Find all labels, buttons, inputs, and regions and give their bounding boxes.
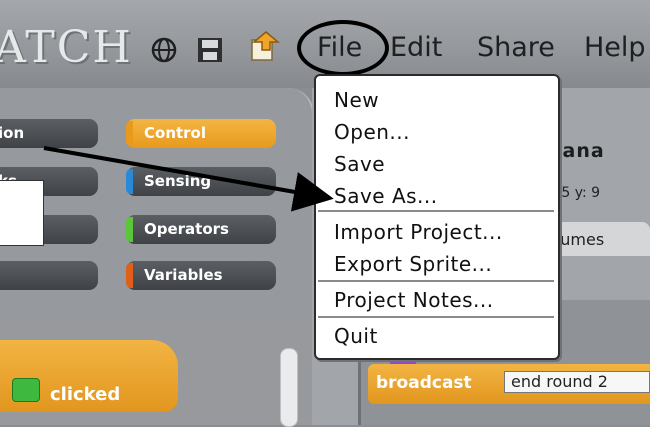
- category-pen[interactable]: [0, 261, 98, 290]
- menu-help[interactable]: Help: [584, 32, 646, 63]
- broadcast-block[interactable]: broadcast end round 2: [368, 364, 650, 404]
- category-control[interactable]: Control: [126, 119, 276, 148]
- menu-item-new[interactable]: New: [334, 88, 379, 112]
- category-color-tab: [126, 263, 133, 288]
- menu-item-export-sprite[interactable]: Export Sprite...: [334, 252, 492, 276]
- category-color-tab: [126, 169, 133, 194]
- menu-item-save-as[interactable]: Save As...: [334, 184, 438, 208]
- file-menu-dropdown: New Open... Save Save As... Import Proje…: [314, 74, 560, 360]
- globe-icon[interactable]: [150, 36, 178, 64]
- tab-costumes[interactable]: tumes: [548, 222, 650, 256]
- menu-item-quit[interactable]: Quit: [334, 324, 378, 348]
- share-upload-icon[interactable]: [246, 30, 281, 61]
- menu-separator: [318, 210, 554, 212]
- category-sensing[interactable]: Sensing: [126, 167, 276, 196]
- menu-separator: [318, 316, 554, 318]
- broadcast-message-field[interactable]: end round 2: [504, 371, 650, 393]
- category-motion[interactable]: ion: [0, 119, 98, 148]
- category-variables[interactable]: Variables: [126, 261, 276, 290]
- menu-separator: [318, 280, 554, 282]
- menu-share[interactable]: Share: [477, 32, 555, 63]
- hat-block-label: clicked: [50, 384, 121, 405]
- highlight-circle: [297, 20, 389, 76]
- menu-item-open[interactable]: Open...: [334, 120, 410, 144]
- menu-item-import-project[interactable]: Import Project...: [334, 220, 503, 244]
- callout-box: [0, 180, 44, 246]
- palette-scrollbar[interactable]: [280, 348, 298, 427]
- scratch-logo: ATCH: [0, 22, 133, 73]
- category-operators[interactable]: Operators: [126, 215, 276, 244]
- menu-item-project-notes[interactable]: Project Notes...: [334, 288, 494, 312]
- menu-item-save[interactable]: Save: [334, 152, 385, 176]
- category-color-tab: [126, 121, 133, 146]
- save-disk-icon[interactable]: [196, 36, 224, 64]
- broadcast-label: broadcast: [376, 373, 472, 393]
- green-flag-icon: [12, 378, 40, 402]
- blocks-palette: ion ks d Control Sensing Operators Varia…: [0, 88, 314, 320]
- menu-edit[interactable]: Edit: [390, 32, 442, 63]
- category-color-tab: [126, 217, 133, 242]
